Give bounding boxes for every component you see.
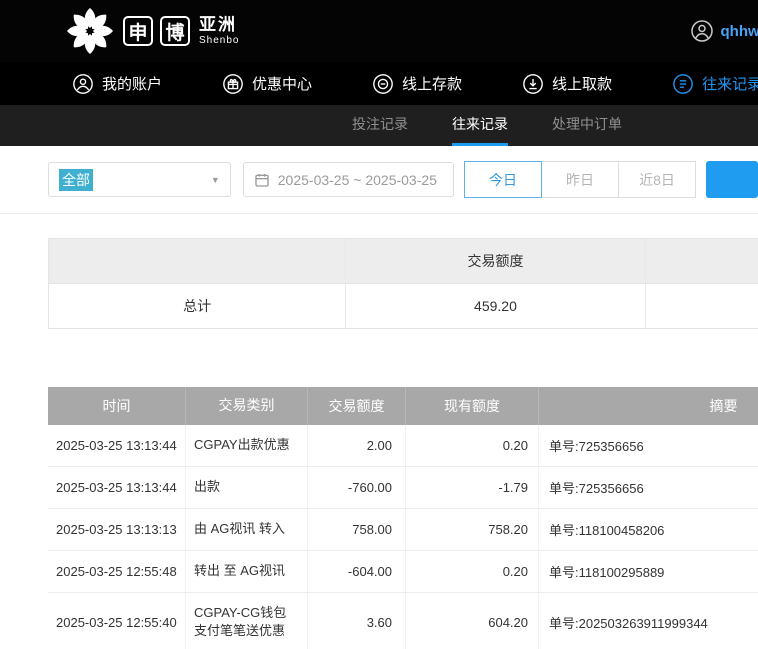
- summary-table: 交易额度 总计 459.20: [48, 238, 758, 329]
- summary-header-blank-2: [644, 239, 758, 283]
- table-header-row: 时间 交易类别 交易额度 现有额度 摘要: [48, 387, 758, 425]
- table-row: 2025-03-25 12:55:48 转出 至 AG视讯 -604.00 0.…: [48, 551, 758, 593]
- column-header-summary: 摘要: [538, 387, 758, 425]
- tab-processing-orders[interactable]: 处理中订单: [552, 105, 622, 146]
- cell-time: 2025-03-25 13:13:44: [56, 438, 177, 453]
- transaction-records-page: 申 博 亚洲 Shenbo qhhw2: [0, 0, 758, 649]
- nav-item-transaction-records[interactable]: 往来记录: [672, 73, 758, 95]
- logo-char-shen: 申: [123, 16, 153, 46]
- cell-summary: 单号:118100295889: [538, 551, 758, 592]
- records-icon: [672, 73, 694, 95]
- nav-item-label: 优惠中心: [252, 76, 313, 93]
- column-header-amount: 交易额度: [307, 387, 405, 425]
- summary-header-row: 交易额度: [49, 239, 758, 284]
- cell-amount: 758.00: [307, 509, 405, 550]
- type-select[interactable]: 全部 ▼: [48, 162, 231, 197]
- cell-balance: 0.20: [405, 551, 538, 592]
- flower-logo-icon: [64, 5, 116, 57]
- table-body: 2025-03-25 13:13:44 CGPAY出款优惠 2.00 0.20 …: [48, 425, 758, 649]
- logo-region: 亚洲: [199, 15, 237, 34]
- cell-time: 2025-03-25 13:13:13: [56, 522, 177, 537]
- withdraw-icon: [522, 73, 544, 95]
- cell-time: 2025-03-25 13:13:44: [56, 480, 177, 495]
- table-row: 2025-03-25 13:13:13 由 AG视讯 转入 758.00 758…: [48, 509, 758, 551]
- cell-type: CGPAY出款优惠: [185, 425, 307, 466]
- summary-total-row: 总计 459.20: [49, 284, 758, 328]
- summary-total-label: 总计: [183, 298, 212, 314]
- today-button[interactable]: 今日: [464, 161, 542, 198]
- deposit-coin-icon: [372, 73, 394, 95]
- cell-amount: 2.00: [307, 425, 405, 466]
- gift-icon: [222, 73, 244, 95]
- nav-item-online-withdrawal[interactable]: 线上取款: [522, 73, 612, 95]
- cell-balance: -1.79: [405, 467, 538, 508]
- nav-item-label: 我的账户: [102, 76, 163, 93]
- table-row: 2025-03-25 12:55:40 CGPAY-CG钱包支付笔笔送优惠 3.…: [48, 593, 758, 649]
- username: qhhw2: [720, 22, 758, 40]
- tab-transaction-records[interactable]: 往来记录: [452, 105, 508, 146]
- summary-header-blank: [49, 239, 345, 283]
- column-header-balance: 现有额度: [405, 387, 538, 425]
- nav-item-label: 线上存款: [402, 76, 463, 93]
- logo-char-bo: 博: [160, 16, 190, 46]
- quick-date-buttons: 今日 昨日 近8日: [464, 161, 696, 198]
- nav-item-label: 往来记录: [702, 76, 758, 93]
- column-header-time: 时间: [102, 398, 131, 414]
- cell-balance: 604.20: [405, 593, 538, 649]
- cell-balance: 0.20: [405, 425, 538, 466]
- table-row: 2025-03-25 13:13:44 出款 -760.00 -1.79 单号:…: [48, 467, 758, 509]
- nav-item-promotions[interactable]: 优惠中心: [222, 73, 312, 95]
- cell-summary: 单号:725356656: [538, 467, 758, 508]
- calendar-icon: [254, 172, 270, 188]
- cell-summary: 单号:118100458206: [538, 509, 758, 550]
- cell-type: 由 AG视讯 转入: [185, 509, 307, 550]
- chevron-down-icon: ▼: [210, 174, 220, 185]
- top-header: 申 博 亚洲 Shenbo qhhw2: [0, 0, 758, 62]
- records-table: 时间 交易类别 交易额度 现有额度 摘要 2025-03-25 13:13:44…: [48, 387, 758, 649]
- cell-balance: 758.20: [405, 509, 538, 550]
- search-button[interactable]: [706, 161, 758, 198]
- cell-amount: -760.00: [307, 467, 405, 508]
- nav-item-online-deposit[interactable]: 线上存款: [372, 73, 462, 95]
- cell-type: CGPAY-CG钱包支付笔笔送优惠: [185, 593, 307, 649]
- tab-betting-records[interactable]: 投注记录: [352, 105, 408, 146]
- nav-item-my-account[interactable]: 我的账户: [72, 73, 162, 95]
- main-nav: 我的账户 优惠中心 线上存款 线上取款 往来记录: [0, 62, 758, 105]
- table-row: 2025-03-25 13:13:44 CGPAY出款优惠 2.00 0.20 …: [48, 425, 758, 467]
- date-range-value: 2025-03-25 ~ 2025-03-25: [277, 171, 437, 188]
- summary-total-value: 459.20: [345, 284, 644, 328]
- cell-amount: 3.60: [307, 593, 405, 649]
- user-avatar-icon: [690, 19, 714, 43]
- cell-time: 2025-03-25 12:55:48: [56, 564, 177, 579]
- summary-header-amount: 交易额度: [345, 239, 644, 283]
- nav-item-label: 线上取款: [552, 76, 613, 93]
- user-icon: [72, 73, 94, 95]
- cell-type: 转出 至 AG视讯: [185, 551, 307, 592]
- logo-subtitle: Shenbo: [199, 35, 240, 46]
- cell-amount: -604.00: [307, 551, 405, 592]
- brand-logo[interactable]: 申 博 亚洲 Shenbo: [64, 5, 239, 57]
- cell-summary: 单号:202503263911999344: [538, 593, 758, 649]
- yesterday-button[interactable]: 昨日: [541, 161, 619, 198]
- type-select-value: 全部: [59, 168, 93, 191]
- cell-type: 出款: [185, 467, 307, 508]
- filter-bar: 全部 ▼ 2025-03-25 ~ 2025-03-25 今日 昨日 近8日: [0, 146, 758, 214]
- column-header-type: 交易类别: [185, 387, 307, 425]
- last-8-days-button[interactable]: 近8日: [618, 161, 696, 198]
- sub-nav: 投注记录 往来记录 处理中订单: [0, 105, 758, 146]
- user-account[interactable]: qhhw2: [690, 0, 758, 62]
- summary-total-blank: [644, 284, 758, 328]
- cell-summary: 单号:725356656: [538, 425, 758, 466]
- date-range-input[interactable]: 2025-03-25 ~ 2025-03-25: [242, 162, 454, 197]
- cell-time: 2025-03-25 12:55:40: [56, 614, 177, 630]
